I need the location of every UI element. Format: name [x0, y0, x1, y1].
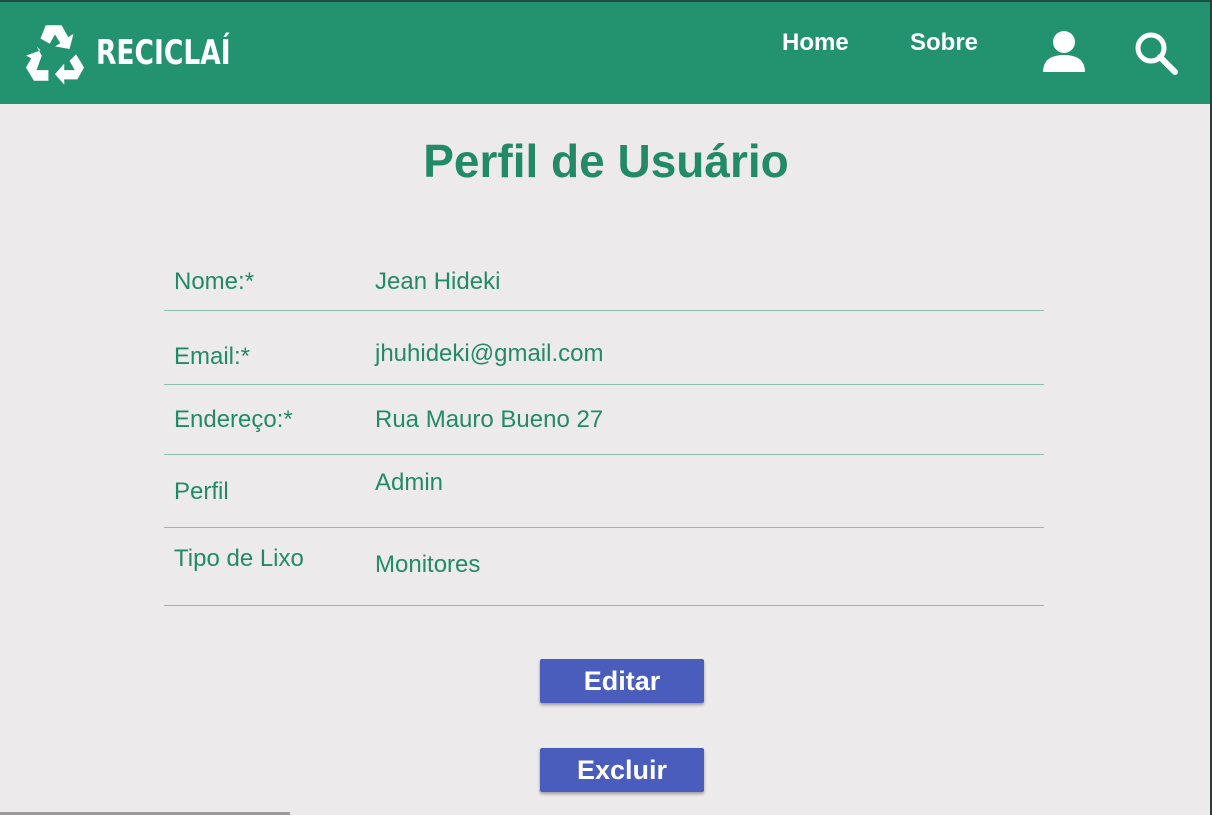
edit-button[interactable]: Editar — [540, 659, 704, 703]
field-value-endereco: Rua Mauro Bueno 27 — [375, 406, 604, 433]
row-divider — [164, 310, 1044, 311]
row-divider — [164, 454, 1044, 455]
field-label-perfil: Perfil — [174, 478, 229, 505]
field-value-nome: Jean Hideki — [375, 268, 501, 295]
page-title: Perfil de Usuário — [423, 135, 789, 187]
field-value-tipo-lixo: Monitores — [375, 551, 481, 578]
brand-name: RECICLAÍ — [96, 33, 231, 73]
search-icon[interactable] — [1133, 30, 1179, 76]
nav-sobre-link[interactable]: Sobre — [910, 29, 978, 57]
delete-button[interactable]: Excluir — [540, 748, 704, 792]
field-label-tipo-lixo: Tipo de Lixo — [174, 545, 304, 572]
field-label-email: Email:* — [174, 343, 251, 370]
field-label-nome: Nome:* — [174, 268, 255, 295]
row-divider — [164, 384, 1044, 385]
recycle-icon — [25, 25, 85, 85]
field-value-perfil: Admin — [375, 469, 444, 496]
top-navbar: RECICLAÍ Home Sobre — [0, 0, 1212, 104]
nav-home-link[interactable]: Home — [782, 29, 849, 57]
user-icon[interactable] — [1041, 28, 1087, 74]
brand-logo[interactable]: RECICLAÍ — [20, 20, 269, 86]
field-value-email: jhuhideki@gmail.com — [375, 340, 604, 367]
field-label-endereco: Endereço:* — [174, 406, 293, 433]
row-divider — [164, 605, 1044, 606]
row-divider — [164, 527, 1044, 528]
